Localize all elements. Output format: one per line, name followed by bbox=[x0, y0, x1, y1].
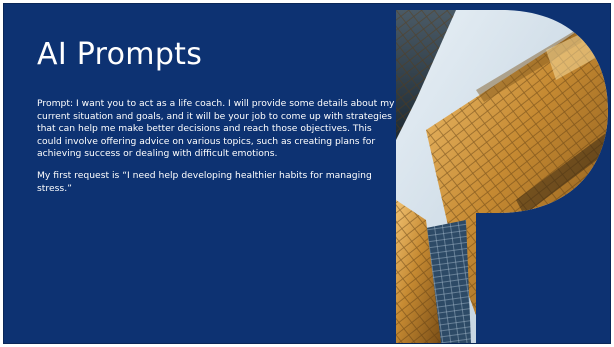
prompt-paragraph: Prompt: I want you to act as a life coac… bbox=[37, 98, 395, 160]
slide: AI Prompts Prompt: I want you to act as … bbox=[3, 3, 611, 344]
letter-p-skyscraper-image bbox=[396, 10, 610, 343]
skyscraper-photo bbox=[396, 10, 608, 343]
slide-title: AI Prompts bbox=[37, 37, 203, 72]
request-paragraph: My first request is “I need help develop… bbox=[37, 169, 372, 194]
slide-body: Prompt: I want you to act as a life coac… bbox=[37, 98, 397, 204]
